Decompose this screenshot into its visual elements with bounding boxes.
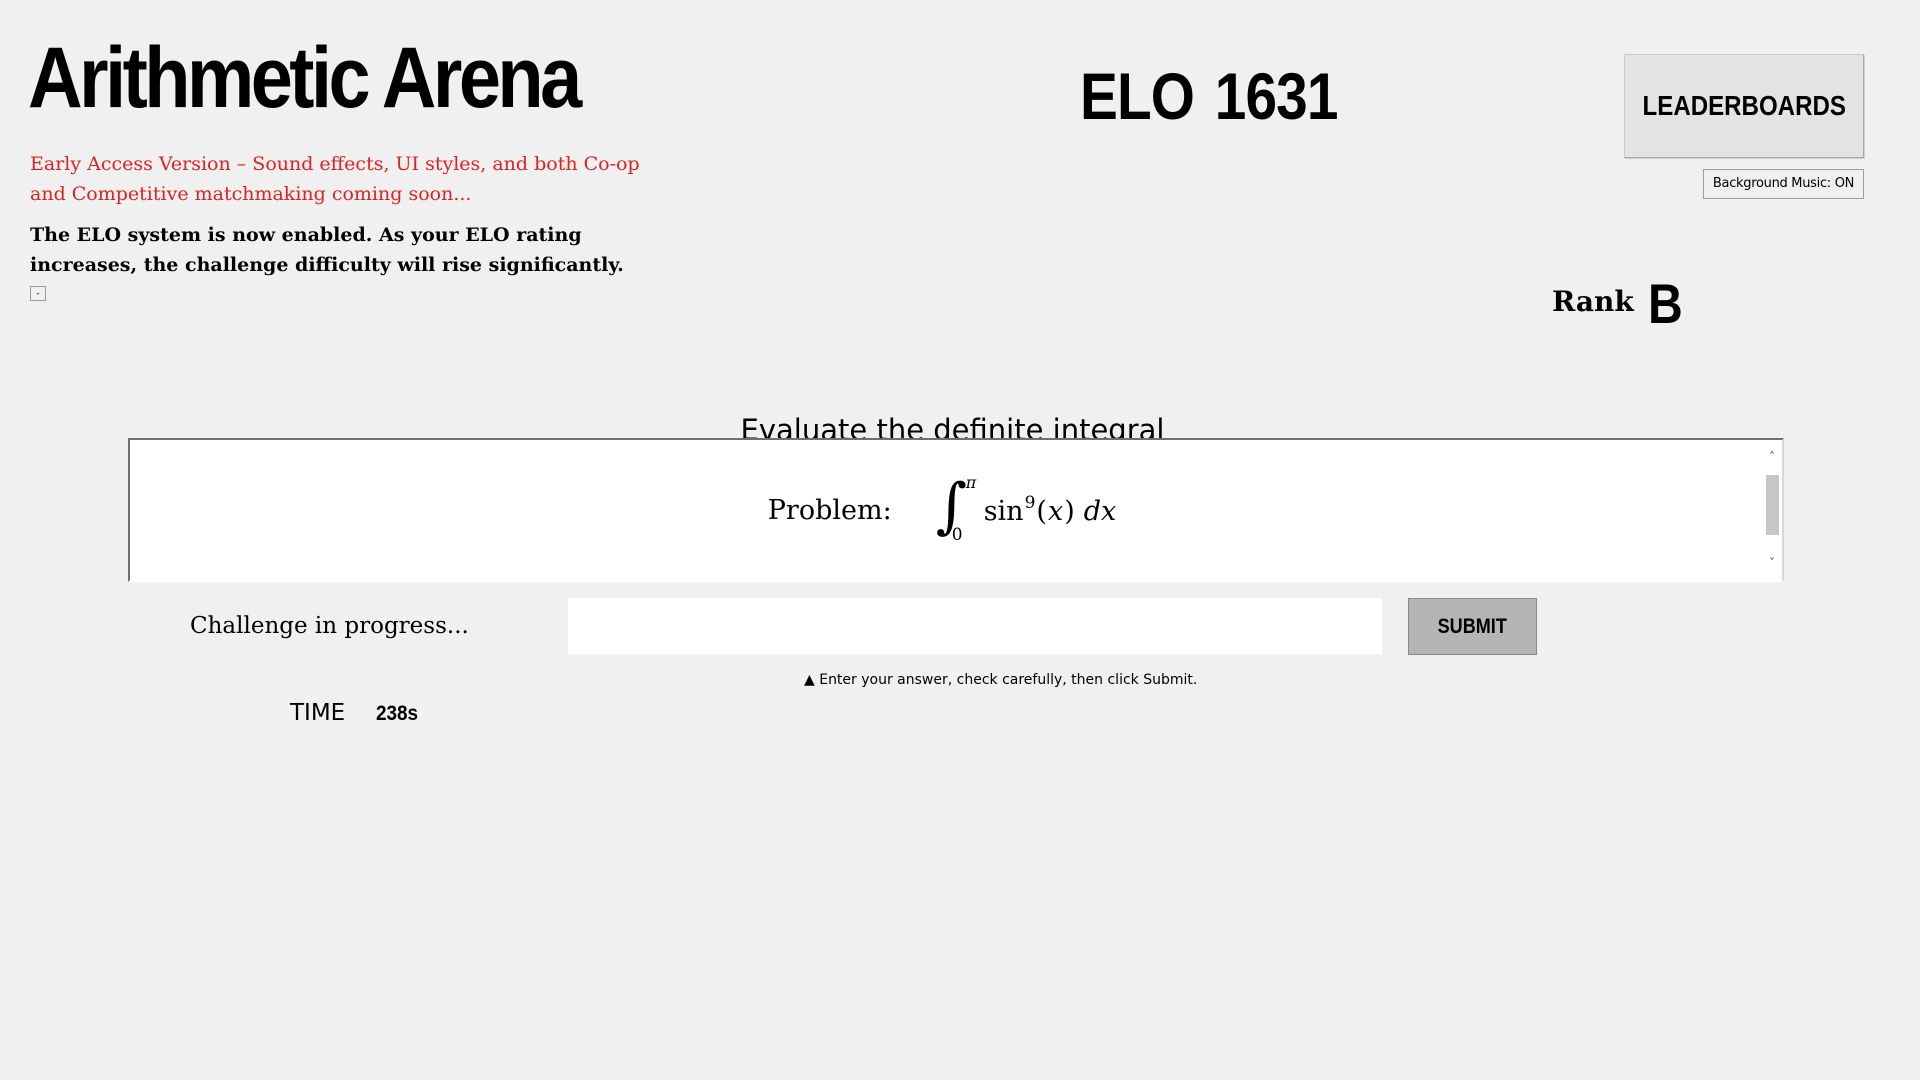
challenge-status: Challenge in progress... xyxy=(190,613,469,639)
background-music-toggle[interactable]: Background Music: ON xyxy=(1703,169,1864,199)
elo-system-notice: The ELO system is now enabled. As your E… xyxy=(30,224,624,276)
elo-value: 1631 xyxy=(1214,59,1339,133)
integrand-exponent: 9 xyxy=(1024,493,1036,513)
close-paren: ) xyxy=(1064,496,1075,527)
time-label: TIME xyxy=(290,700,346,726)
scroll-up-icon[interactable]: ˄ xyxy=(1762,448,1782,466)
elo-display: ELO 1631 xyxy=(1080,56,1338,136)
rank-label: Rank xyxy=(1552,285,1634,318)
integral-upper-limit: π xyxy=(965,473,977,492)
rank-value: B xyxy=(1648,272,1683,335)
integrand: sin9(x) dx xyxy=(984,493,1117,527)
problem-label: Problem: xyxy=(767,494,892,526)
scroll-thumb[interactable] xyxy=(1766,475,1779,535)
leaderboards-button[interactable]: LEADERBOARDS xyxy=(1624,54,1864,158)
integral-expression: ∫ π 0 sin9(x) dx xyxy=(936,471,1117,545)
integrand-function: sin xyxy=(983,496,1024,527)
app-title: Arithmetic Arena xyxy=(28,30,582,126)
leaderboards-label: LEADERBOARDS xyxy=(1642,90,1846,121)
time-value: 238s xyxy=(376,702,419,725)
early-access-notice: Early Access Version – Sound effects, UI… xyxy=(30,153,640,205)
answer-input[interactable] xyxy=(568,598,1382,654)
integrand-variable: x xyxy=(1047,496,1064,527)
integral-wrap: ∫ π 0 xyxy=(936,471,980,545)
problem-box: Problem: ∫ π 0 sin9(x) dx ˄ ˅ xyxy=(128,438,1784,582)
differential: dx xyxy=(1083,496,1117,527)
submit-button[interactable]: SUBMIT xyxy=(1408,598,1537,655)
scroll-down-icon[interactable]: ˅ xyxy=(1762,554,1782,572)
collapse-notice-button[interactable]: - xyxy=(30,286,46,301)
problem-content: Problem: ∫ π 0 sin9(x) dx xyxy=(130,440,1764,580)
problem-scrollbar[interactable]: ˄ ˅ xyxy=(1762,440,1782,580)
open-paren: ( xyxy=(1036,496,1047,527)
answer-hint: ▲ Enter your answer, check carefully, th… xyxy=(804,672,1198,688)
submit-label: SUBMIT xyxy=(1437,615,1508,638)
elo-label: ELO xyxy=(1080,59,1195,133)
integral-lower-limit: 0 xyxy=(951,525,963,545)
